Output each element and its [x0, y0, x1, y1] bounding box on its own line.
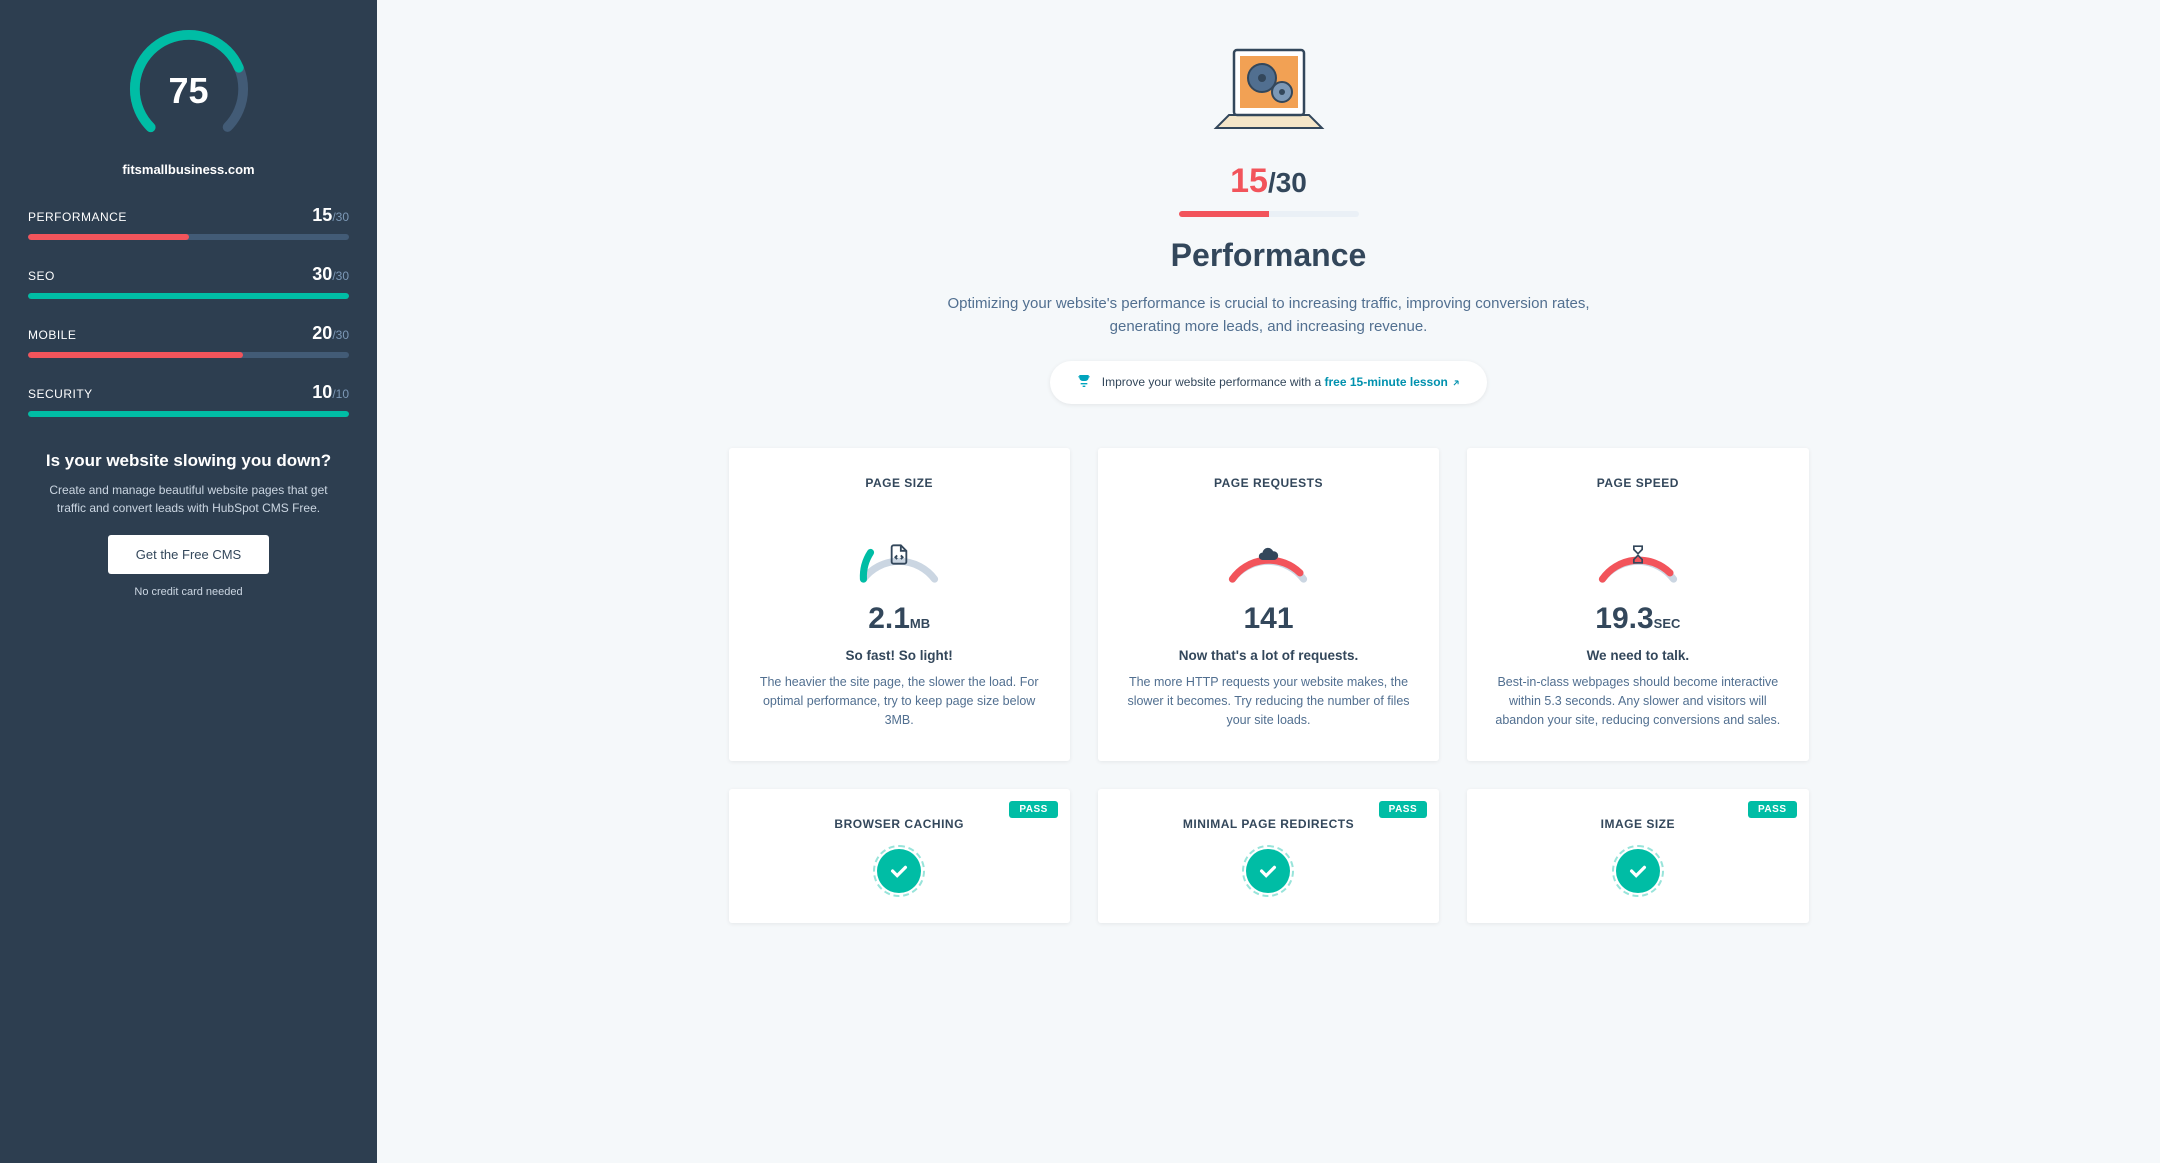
promo-note: No credit card needed — [28, 586, 349, 598]
metric-seo[interactable]: SEO 30/30 — [28, 264, 349, 299]
section-score-bar — [1179, 211, 1359, 217]
promo-box: Is your website slowing you down? Create… — [28, 451, 349, 598]
card-minimal-redirects: PASS MINIMAL PAGE REDIRECTS — [1098, 789, 1439, 923]
card-page-speed: PAGE SPEED 19.3SEC We need to talk. Best… — [1467, 448, 1808, 761]
card-page-requests: PAGE REQUESTS 141 Now that's a lot of re… — [1098, 448, 1439, 761]
external-link-icon — [1451, 378, 1461, 388]
domain-label: fitsmallbusiness.com — [122, 162, 254, 177]
cloud-download-icon — [1257, 544, 1279, 571]
hourglass-icon — [1628, 545, 1648, 570]
checkmark-icon — [877, 849, 921, 893]
metric-mobile[interactable]: MOBILE 20/30 — [28, 323, 349, 358]
card-browser-caching: PASS BROWSER CACHING — [729, 789, 1070, 923]
page-size-gauge — [844, 508, 954, 588]
laptop-gears-illustration — [1204, 20, 1334, 150]
checkmark-icon — [1246, 849, 1290, 893]
pass-badge: PASS — [1009, 801, 1058, 818]
page-speed-gauge — [1583, 508, 1693, 588]
promo-text: Create and manage beautiful website page… — [28, 481, 349, 517]
page-requests-gauge — [1213, 508, 1323, 588]
section-description: Optimizing your website's performance is… — [929, 292, 1609, 339]
pass-badge: PASS — [1748, 801, 1797, 818]
trophy-icon — [1076, 373, 1092, 392]
metric-label: PERFORMANCE — [28, 210, 127, 224]
metric-security[interactable]: SECURITY 10/10 — [28, 382, 349, 417]
pass-badge: PASS — [1379, 801, 1428, 818]
lesson-link[interactable]: free 15-minute lesson — [1325, 375, 1448, 389]
lesson-pill[interactable]: Improve your website performance with a … — [1050, 361, 1487, 404]
sidebar: 75 fitsmallbusiness.com PERFORMANCE 15/3… — [0, 0, 377, 1163]
metric-performance[interactable]: PERFORMANCE 15/30 — [28, 205, 349, 240]
section-title: Performance — [929, 237, 1609, 274]
get-free-cms-button[interactable]: Get the Free CMS — [108, 535, 269, 574]
main-content: 15/30 Performance Optimizing your websit… — [377, 0, 2160, 1163]
promo-title: Is your website slowing you down? — [28, 451, 349, 471]
lesson-text: Improve your website performance with a … — [1102, 375, 1461, 389]
overall-score-value: 75 — [168, 70, 208, 112]
section-score: 15/30 — [929, 162, 1609, 201]
card-image-size: PASS IMAGE SIZE — [1467, 789, 1808, 923]
metric-cards-grid: PAGE SIZE 2.1MB So fast! So light! The h… — [729, 448, 1809, 923]
checkmark-icon — [1616, 849, 1660, 893]
filecode-icon — [888, 544, 910, 571]
overall-score-gauge: 75 — [124, 24, 254, 154]
metrics-list: PERFORMANCE 15/30 SEO 30/30 MOBILE 20/30 — [28, 205, 349, 417]
card-page-size: PAGE SIZE 2.1MB So fast! So light! The h… — [729, 448, 1070, 761]
